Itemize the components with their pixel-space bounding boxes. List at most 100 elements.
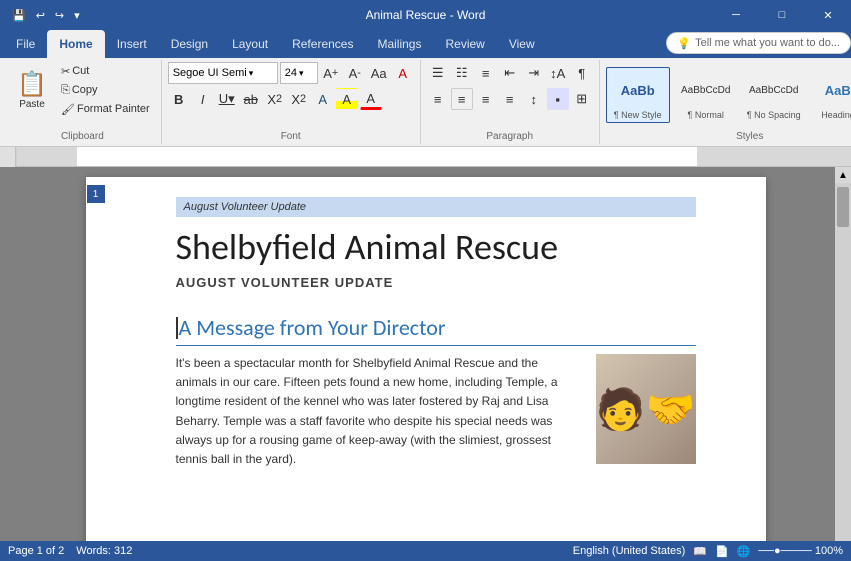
ruler-corner: [0, 147, 16, 167]
font-size-arrow-icon: ▾: [299, 68, 304, 79]
superscript-button[interactable]: X2: [288, 88, 310, 110]
justify-button[interactable]: ≡: [499, 88, 521, 110]
font-group-label: Font: [162, 131, 420, 142]
bullets-button[interactable]: ☰: [427, 62, 449, 84]
document-page: 1 August Volunteer Update Shelbyfield An…: [86, 177, 766, 560]
cut-button[interactable]: ✂ Cut: [56, 62, 155, 80]
tab-review[interactable]: Review: [433, 30, 496, 58]
clipboard-group: 📋 Paste ✂ Cut ⎘ Copy 🖌 Format Painter Cl…: [4, 60, 162, 144]
paste-button[interactable]: 📋 Paste: [10, 62, 54, 120]
tab-mailings[interactable]: Mailings: [365, 30, 433, 58]
heading1-label: Heading 1: [821, 110, 851, 120]
text-effects-button[interactable]: A: [312, 88, 334, 110]
clear-format-button[interactable]: A: [392, 62, 414, 84]
borders-button[interactable]: ⊞: [571, 88, 593, 110]
document-subtitle: AUGUST VOLUNTEER UPDATE: [176, 275, 696, 290]
document-body-row: It's been a spectacular month for Shelby…: [176, 354, 696, 469]
style-no-spacing[interactable]: AaBbCcDd ¶ No Spacing: [742, 67, 806, 123]
tell-me-input[interactable]: 💡 Tell me what you want to do...: [666, 32, 851, 54]
format-painter-button[interactable]: 🖌 Format Painter: [56, 100, 155, 118]
word-count: Words: 312: [76, 545, 132, 557]
format-painter-icon: 🖌: [61, 103, 75, 116]
document-scroll-area[interactable]: 1 August Volunteer Update Shelbyfield An…: [16, 167, 835, 560]
decrease-indent-button[interactable]: ⇤: [499, 62, 521, 84]
view-mode-web-button[interactable]: 🌐: [737, 545, 751, 558]
style-new-style[interactable]: AaBb ¶ New Style: [606, 67, 670, 123]
styles-container: AaBb ¶ New Style AaBbCcDd ¶ Normal AaBbC…: [606, 62, 851, 142]
align-right-button[interactable]: ≡: [475, 88, 497, 110]
close-button[interactable]: ✕: [805, 0, 851, 30]
styles-group: AaBb ¶ New Style AaBbCcDd ¶ Normal AaBbC…: [600, 60, 851, 144]
shading-button[interactable]: ▪: [547, 88, 569, 110]
align-left-button[interactable]: ≡: [427, 88, 449, 110]
document-image: 🧑‍🤝: [596, 354, 696, 464]
numbering-button[interactable]: ☷: [451, 62, 473, 84]
vertical-scrollbar[interactable]: ▲: [835, 167, 851, 560]
status-right: English (United States) 📖 📄 🌐 ──●──── 10…: [573, 545, 843, 558]
copy-button[interactable]: ⎘ Copy: [56, 81, 155, 99]
page-info: Page 1 of 2: [8, 545, 64, 557]
document-container: 1 August Volunteer Update Shelbyfield An…: [0, 167, 851, 560]
ruler-area: [0, 147, 851, 167]
bold-button[interactable]: B: [168, 88, 190, 110]
highlight-color-button[interactable]: A: [336, 88, 358, 110]
normal-style-label: ¶ Normal: [688, 110, 724, 120]
tab-insert[interactable]: Insert: [105, 30, 159, 58]
minimize-button[interactable]: ─: [713, 0, 759, 30]
show-formatting-button[interactable]: ¶: [571, 62, 593, 84]
tab-layout[interactable]: Layout: [220, 30, 280, 58]
font-color-button[interactable]: A: [360, 88, 382, 110]
save-qat-button[interactable]: 💾: [8, 7, 30, 24]
undo-qat-button[interactable]: ↩: [32, 7, 49, 24]
scroll-thumb[interactable]: [837, 187, 849, 227]
status-bar: Page 1 of 2 Words: 312 English (United S…: [0, 541, 851, 561]
view-mode-layout-button[interactable]: 📄: [715, 545, 729, 558]
no-spacing-label: ¶ No Spacing: [747, 110, 801, 120]
qat-dropdown-button[interactable]: ▾: [70, 7, 84, 24]
font-row1: Segoe UI Semi ▾ 24 ▾ A+ A- Aa A: [168, 62, 414, 84]
maximize-button[interactable]: □: [759, 0, 805, 30]
scroll-up-button[interactable]: ▲: [835, 167, 851, 183]
view-mode-read-button[interactable]: 📖: [693, 545, 707, 558]
para-row1: ☰ ☷ ≡ ⇤ ⇥ ↕A ¶: [427, 62, 593, 84]
language-indicator[interactable]: English (United States): [573, 545, 686, 557]
sort-button[interactable]: ↕A: [547, 62, 569, 84]
tab-view[interactable]: View: [497, 30, 547, 58]
italic-button[interactable]: I: [192, 88, 214, 110]
zoom-slider[interactable]: ──●──── 100%: [758, 545, 843, 557]
heading-text: A Message from Your Director: [179, 314, 446, 341]
increase-indent-button[interactable]: ⇥: [523, 62, 545, 84]
multilevel-button[interactable]: ≡: [475, 62, 497, 84]
window-controls: ─ □ ✕: [713, 0, 851, 30]
tab-file[interactable]: File: [4, 30, 47, 58]
left-margin-bar: [0, 167, 16, 560]
redo-qat-button[interactable]: ↪: [51, 7, 68, 24]
paragraph-group-content: ☰ ☷ ≡ ⇤ ⇥ ↕A ¶ ≡ ≡ ≡ ≡ ↕ ▪ ⊞: [427, 62, 593, 142]
copy-label: Copy: [72, 84, 98, 96]
tell-me-label: Tell me what you want to do...: [695, 37, 840, 49]
document-heading[interactable]: A Message from Your Director: [176, 314, 696, 346]
align-center-button[interactable]: ≡: [451, 88, 473, 110]
underline-button[interactable]: U▾: [216, 88, 238, 110]
tab-design[interactable]: Design: [159, 30, 220, 58]
font-family-selector[interactable]: Segoe UI Semi ▾: [168, 62, 278, 84]
increase-font-button[interactable]: A+: [320, 62, 342, 84]
lightbulb-icon: 💡: [677, 37, 691, 50]
style-heading1[interactable]: AaBb Heading 1: [810, 67, 851, 123]
decrease-font-button[interactable]: A-: [344, 62, 366, 84]
strikethrough-button[interactable]: ab: [240, 88, 262, 110]
font-size-selector[interactable]: 24 ▾: [280, 62, 318, 84]
copy-icon: ⎘: [61, 84, 70, 97]
subscript-button[interactable]: X2: [264, 88, 286, 110]
style-normal[interactable]: AaBbCcDd ¶ Normal: [674, 67, 738, 123]
tab-references[interactable]: References: [280, 30, 365, 58]
document-body-text[interactable]: It's been a spectacular month for Shelby…: [176, 354, 580, 469]
ribbon-tab-bar: File Home Insert Design Layout Reference…: [0, 30, 851, 58]
paste-label: Paste: [19, 99, 45, 110]
document-title[interactable]: Shelbyfield Animal Rescue: [176, 225, 696, 269]
line-spacing-button[interactable]: ↕: [523, 88, 545, 110]
change-case-button[interactable]: Aa: [368, 62, 390, 84]
tab-home[interactable]: Home: [47, 30, 104, 58]
new-style-preview: AaBb: [608, 70, 668, 110]
nav-bar-page-label: August Volunteer Update: [176, 197, 696, 217]
